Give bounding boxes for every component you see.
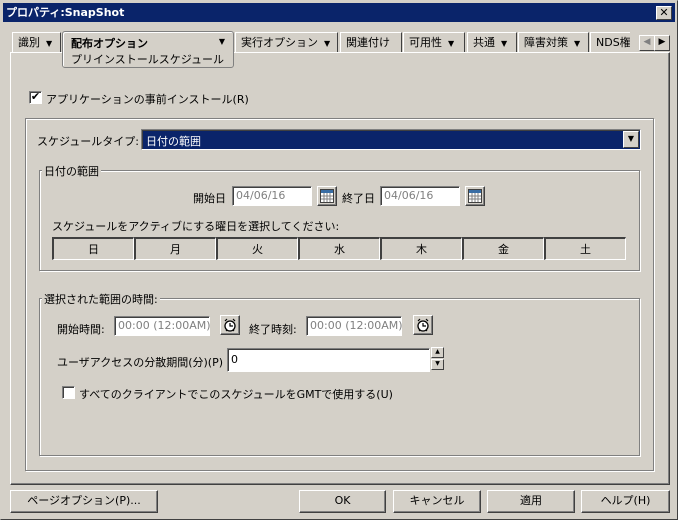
end-date-label: 終了日 bbox=[342, 192, 375, 205]
help-button[interactable]: ヘルプ(H) bbox=[581, 490, 670, 513]
tab-scroll-right-button[interactable]: ▶ bbox=[654, 35, 670, 51]
arrow-right-icon: ▶ bbox=[658, 37, 666, 47]
schedule-type-dropdown-button[interactable]: ▼ bbox=[623, 131, 639, 148]
tab-subtitle: プリインストールスケジュール bbox=[71, 53, 225, 66]
clock-icon bbox=[224, 318, 236, 332]
arrow-down-icon: ▼ bbox=[435, 360, 440, 367]
schedule-type-select[interactable]: 日付の範囲 ▼ bbox=[141, 129, 641, 150]
arrow-up-icon: ▲ bbox=[435, 348, 440, 355]
tab-label: 配布オプション bbox=[71, 37, 148, 50]
preinstall-checkbox[interactable]: ✔ bbox=[29, 91, 42, 104]
day-button-friday[interactable]: 金 bbox=[462, 237, 544, 260]
gmt-label: すべてのクライアントでこのスケジュールをGMTで使用する(U) bbox=[79, 388, 393, 401]
tab-label: 実行オプション bbox=[241, 36, 318, 49]
day-button-wednesday[interactable]: 水 bbox=[298, 237, 380, 260]
page-options-button[interactable]: ページオプション(P)... bbox=[10, 490, 158, 513]
tab-associations[interactable]: 関連付け bbox=[340, 32, 402, 52]
start-time-input[interactable]: 00:00 (12:00AM) bbox=[114, 316, 211, 336]
chevron-down-icon: ▼ bbox=[574, 38, 581, 48]
day-button-tuesday[interactable]: 火 bbox=[216, 237, 298, 260]
tab-identification[interactable]: 識別 ▼ bbox=[12, 32, 61, 52]
calendar-icon bbox=[468, 189, 482, 203]
day-selector: 日 月 火 水 木 金 土 bbox=[52, 237, 626, 260]
time-range-group-title: 選択された範囲の時間: bbox=[42, 291, 160, 307]
chevron-down-icon: ▼ bbox=[324, 38, 331, 48]
tab-run-options[interactable]: 実行オプション ▼ bbox=[235, 32, 338, 52]
tab-label: 障害対策 bbox=[524, 36, 568, 49]
tab-label: 識別 bbox=[18, 36, 40, 49]
start-time-label: 開始時間: bbox=[57, 323, 105, 336]
start-date-label: 開始日 bbox=[193, 192, 226, 205]
gmt-checkbox[interactable] bbox=[62, 386, 75, 399]
chevron-down-icon: ▼ bbox=[46, 38, 53, 48]
end-date-input[interactable]: 04/06/16 bbox=[380, 186, 460, 206]
start-date-calendar-button[interactable] bbox=[317, 186, 337, 206]
date-range-group-title: 日付の範囲 bbox=[42, 163, 101, 179]
close-button[interactable]: ✕ bbox=[656, 6, 672, 20]
tab-fault-tolerance[interactable]: 障害対策 ▼ bbox=[518, 32, 589, 52]
tab-nds-rights[interactable]: NDS権 bbox=[590, 32, 630, 52]
spread-period-spin-down[interactable]: ▼ bbox=[431, 359, 444, 370]
day-button-monday[interactable]: 月 bbox=[134, 237, 216, 260]
tab-availability[interactable]: 可用性 ▼ bbox=[403, 32, 465, 52]
day-button-sunday[interactable]: 日 bbox=[52, 237, 134, 260]
end-time-label: 終了時刻: bbox=[249, 323, 297, 336]
title-bar: プロパティ:SnapShot ✕ bbox=[3, 3, 675, 22]
tab-distribution-options[interactable]: 配布オプション ▼ プリインストールスケジュール bbox=[62, 31, 234, 68]
tab-label: 関連付け bbox=[346, 36, 390, 49]
check-icon: ✔ bbox=[30, 90, 41, 103]
calendar-icon bbox=[320, 189, 334, 203]
spread-period-label: ユーザアクセスの分散期間(分)(P) bbox=[57, 356, 224, 369]
close-icon: ✕ bbox=[659, 6, 669, 19]
properties-dialog: プロパティ:SnapShot ✕ 識別 ▼ 配布オプション ▼ プリインストールス… bbox=[0, 0, 678, 520]
ok-button[interactable]: OK bbox=[299, 490, 386, 513]
end-time-clock-button[interactable] bbox=[413, 315, 433, 335]
tab-common[interactable]: 共通 ▼ bbox=[467, 32, 517, 52]
end-date-calendar-button[interactable] bbox=[465, 186, 485, 206]
window-title: プロパティ:SnapShot bbox=[6, 6, 125, 19]
clock-icon bbox=[417, 318, 429, 332]
chevron-down-icon[interactable]: ▼ bbox=[219, 37, 225, 46]
schedule-type-label: スケジュールタイプ: bbox=[37, 135, 139, 148]
chevron-down-icon: ▼ bbox=[501, 38, 508, 48]
tab-scroll-left-button[interactable]: ◀ bbox=[639, 35, 655, 51]
day-button-saturday[interactable]: 土 bbox=[544, 237, 626, 260]
apply-button[interactable]: 適用 bbox=[487, 490, 575, 513]
tab-label: NDS権 bbox=[596, 36, 630, 49]
arrow-left-icon: ◀ bbox=[643, 37, 651, 47]
preinstall-label: アプリケーションの事前インストール(R) bbox=[46, 93, 249, 106]
start-date-input[interactable]: 04/06/16 bbox=[232, 186, 312, 206]
chevron-down-icon: ▼ bbox=[627, 134, 635, 143]
tab-label: 可用性 bbox=[409, 36, 442, 49]
spread-period-input[interactable]: 0 bbox=[227, 348, 430, 372]
day-button-thursday[interactable]: 木 bbox=[380, 237, 462, 260]
cancel-button[interactable]: キャンセル bbox=[393, 490, 481, 513]
tab-label: 共通 bbox=[473, 36, 495, 49]
start-time-clock-button[interactable] bbox=[220, 315, 240, 335]
days-prompt: スケジュールをアクティブにする曜日を選択してください: bbox=[52, 220, 340, 233]
end-time-input[interactable]: 00:00 (12:00AM) bbox=[306, 316, 403, 336]
schedule-type-value: 日付の範囲 bbox=[146, 135, 201, 148]
spread-period-spin-up[interactable]: ▲ bbox=[431, 347, 444, 358]
chevron-down-icon: ▼ bbox=[448, 38, 455, 48]
